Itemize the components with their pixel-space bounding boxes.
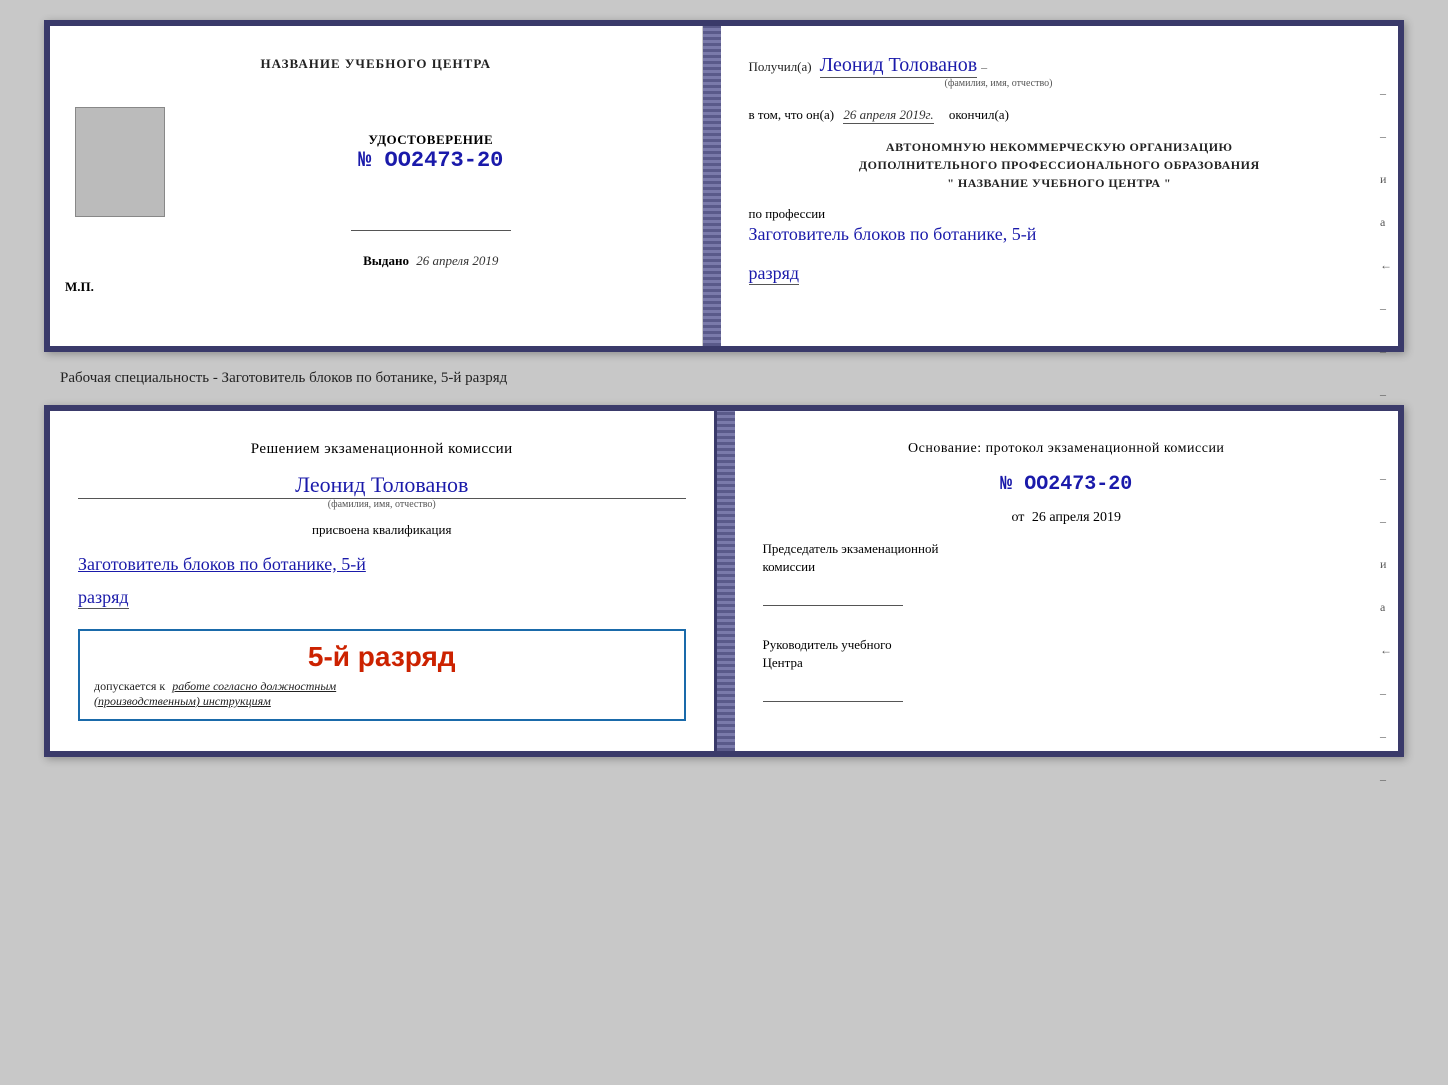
qualification-name: Заготовитель блоков по ботанике, 5-й <box>78 554 686 575</box>
bottom-cert-right: Основание: протокол экзаменационной коми… <box>735 411 1399 751</box>
org-block: АВТОНОМНУЮ НЕКОММЕРЧЕСКУЮ ОРГАНИЗАЦИЮ ДО… <box>749 138 1371 192</box>
cert-label: УДОСТОВЕРЕНИЕ <box>358 132 503 148</box>
stamp-allow-text: работе согласно должностным <box>172 679 336 693</box>
stamp-allow: допускается к работе согласно должностны… <box>94 679 670 709</box>
cert-number-block: УДОСТОВЕРЕНИЕ № OO2473-20 <box>358 132 503 173</box>
side-marks: – – и а ← – – – <box>1380 86 1392 402</box>
issued-label: Выдано <box>363 253 409 268</box>
profession-name: Заготовитель блоков по ботанике, 5-й <box>749 224 1371 245</box>
person-name-large: Леонид Толованов <box>78 472 686 499</box>
top-cert-right: Получил(а) Леонид Толованов – (фамилия, … <box>721 26 1399 346</box>
stamp-grade: 5-й разряд <box>94 641 670 673</box>
razryad-block: разряд <box>749 259 1371 285</box>
received-label: Получил(а) <box>749 59 812 74</box>
date-prefix: от <box>1011 510 1024 525</box>
org-line1: АВТОНОМНУЮ НЕКОММЕРЧЕСКУЮ ОРГАНИЗАЦИЮ <box>749 138 1371 156</box>
stamp-allow-text2: (производственным) инструкциям <box>94 694 271 708</box>
person-name-block: Леонид Толованов (фамилия, имя, отчество… <box>78 472 686 510</box>
received-block: Получил(а) Леонид Толованов – (фамилия, … <box>749 54 1371 89</box>
side-marks-bottom: – – и а ← – – – <box>1380 471 1392 787</box>
razryad-bottom-block: разряд <box>78 587 686 609</box>
protocol-number: № OO2473-20 <box>763 473 1371 496</box>
profession-block: по профессии Заготовитель блоков по бота… <box>749 206 1371 245</box>
chairman-block: Председатель экзаменационной комиссии <box>763 540 1371 606</box>
mp-label: М.П. <box>65 279 94 295</box>
issued-date: 26 апреля 2019 <box>416 253 498 268</box>
date-value: 26 апреля 2019г. <box>843 107 933 124</box>
stamp-allow-prefix: допускается к <box>94 679 165 693</box>
completed-label: окончил(а) <box>949 107 1009 122</box>
name-subtitle: (фамилия, имя, отчество) <box>869 78 1129 89</box>
org-line3: " НАЗВАНИЕ УЧЕБНОГО ЦЕНТРА " <box>749 174 1371 192</box>
qualification-label: присвоена квалификация <box>78 522 686 538</box>
director-block: Руководитель учебного Центра <box>763 636 1371 702</box>
specialty-label: Рабочая специальность - Заготовитель бло… <box>60 370 507 387</box>
person-subtitle: (фамилия, имя, отчество) <box>78 499 686 510</box>
date-label: в том, что он(а) <box>749 107 835 122</box>
org-line2: ДОПОЛНИТЕЛЬНОГО ПРОФЕССИОНАЛЬНОГО ОБРАЗО… <box>749 156 1371 174</box>
person-name: Леонид Толованов <box>820 54 978 78</box>
chairman-signature-line <box>763 586 903 606</box>
basis-title: Основание: протокол экзаменационной коми… <box>763 439 1371 459</box>
top-cert-left: НАЗВАНИЕ УЧЕБНОГО ЦЕНТРА УДОСТОВЕРЕНИЕ №… <box>50 26 703 346</box>
director-label: Руководитель учебного Центра <box>763 636 1371 672</box>
director-signature-line <box>763 682 903 702</box>
razryad: разряд <box>749 263 800 285</box>
stamp-box: 5-й разряд допускается к работе согласно… <box>78 629 686 721</box>
protocol-date: от 26 апреля 2019 <box>763 510 1371 526</box>
commission-title: Решением экзаменационной комиссии <box>78 439 686 460</box>
spine <box>703 26 721 346</box>
razryad-bottom: разряд <box>78 587 129 609</box>
photo-row: УДОСТОВЕРЕНИЕ № OO2473-20 Выдано 26 апре… <box>65 92 687 269</box>
issued-line: Выдано 26 апреля 2019 <box>363 253 498 269</box>
date-value: 26 апреля 2019 <box>1032 510 1121 525</box>
photo-placeholder <box>75 107 165 217</box>
date-block: в том, что он(а) 26 апреля 2019г. окончи… <box>749 107 1371 124</box>
bottom-cert-left: Решением экзаменационной комиссии Леонид… <box>50 411 717 751</box>
chairman-label: Председатель экзаменационной комиссии <box>763 540 1371 576</box>
cert-number: № OO2473-20 <box>358 148 503 173</box>
dash-separator: – <box>981 60 987 74</box>
qualification-name-block: Заготовитель блоков по ботанике, 5-й <box>78 550 686 575</box>
bottom-certificate: Решением экзаменационной комиссии Леонид… <box>44 405 1404 757</box>
training-center-title: НАЗВАНИЕ УЧЕБНОГО ЦЕНТРА <box>260 56 491 72</box>
profession-label: по профессии <box>749 206 826 221</box>
spine-bottom <box>717 411 735 751</box>
top-certificate: НАЗВАНИЕ УЧЕБНОГО ЦЕНТРА УДОСТОВЕРЕНИЕ №… <box>44 20 1404 352</box>
